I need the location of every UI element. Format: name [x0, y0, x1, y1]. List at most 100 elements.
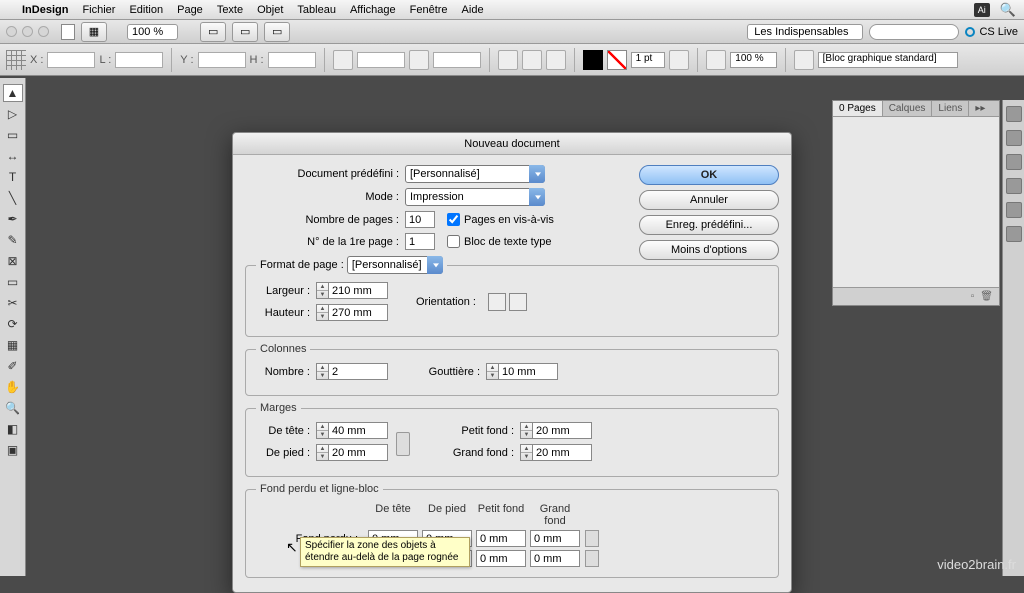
- menu-fenetre[interactable]: Fenêtre: [410, 4, 448, 16]
- orientation-portrait-icon[interactable]: [488, 293, 506, 311]
- object-style-select[interactable]: [Bloc graphique standard]: [818, 52, 958, 68]
- y-field[interactable]: [198, 52, 246, 68]
- columns-input[interactable]: [328, 363, 388, 380]
- margin-outside-input[interactable]: [532, 444, 592, 461]
- margin-inside-stepper[interactable]: ▲▼: [520, 422, 532, 439]
- gap-tool-icon[interactable]: ↔: [3, 147, 23, 165]
- eyedropper-tool-icon[interactable]: ✐: [3, 357, 23, 375]
- scissors-tool-icon[interactable]: ✂: [3, 294, 23, 312]
- menu-affichage[interactable]: Affichage: [350, 4, 396, 16]
- menu-page[interactable]: Page: [177, 4, 203, 16]
- margin-top-input[interactable]: [328, 422, 388, 439]
- dock-icon-4[interactable]: [1006, 178, 1022, 194]
- opacity-field[interactable]: 100 %: [730, 52, 776, 68]
- margin-inside-input[interactable]: [532, 422, 592, 439]
- type-tool-icon[interactable]: T: [3, 168, 23, 186]
- char-icon[interactable]: [546, 50, 566, 70]
- flip-v-icon[interactable]: [522, 50, 542, 70]
- save-preset-button[interactable]: Enreg. prédéfini...: [639, 215, 779, 235]
- dock-icon-3[interactable]: [1006, 154, 1022, 170]
- rotate-field[interactable]: [433, 52, 481, 68]
- orientation-landscape-icon[interactable]: [509, 293, 527, 311]
- columns-stepper[interactable]: ▲▼: [316, 363, 328, 380]
- rect-frame-tool-icon[interactable]: ⊠: [3, 252, 23, 270]
- mode-select[interactable]: Impression: [405, 188, 545, 206]
- margin-bottom-input[interactable]: [328, 444, 388, 461]
- hand-tool-icon[interactable]: ✋: [3, 378, 23, 396]
- dock-icon-6[interactable]: [1006, 226, 1022, 242]
- stroke-swatch[interactable]: [607, 50, 627, 70]
- gutter-stepper[interactable]: ▲▼: [486, 363, 498, 380]
- less-options-button[interactable]: Moins d'options: [639, 240, 779, 260]
- effects-icon[interactable]: [706, 50, 726, 70]
- pencil-tool-icon[interactable]: ✎: [3, 231, 23, 249]
- menu-fichier[interactable]: Fichier: [82, 4, 115, 16]
- window-traffic-lights[interactable]: [6, 26, 49, 37]
- width-input[interactable]: [328, 282, 388, 299]
- margin-top-stepper[interactable]: ▲▼: [316, 422, 328, 439]
- rect-tool-icon[interactable]: ▭: [3, 273, 23, 291]
- h-field[interactable]: [268, 52, 316, 68]
- transform-tool-icon[interactable]: ⟳: [3, 315, 23, 333]
- workspace-select[interactable]: Les Indispensables: [747, 24, 863, 40]
- fill-swatch[interactable]: [583, 50, 603, 70]
- new-page-icon[interactable]: ▫: [971, 291, 975, 302]
- scale-icon[interactable]: [333, 50, 353, 70]
- margin-outside-stepper[interactable]: ▲▼: [520, 444, 532, 461]
- margin-bottom-stepper[interactable]: ▲▼: [316, 444, 328, 461]
- tab-pages[interactable]: 0 Pages: [833, 101, 883, 116]
- fill-stroke-icon[interactable]: ◧: [3, 420, 23, 438]
- stroke-weight[interactable]: 1 pt: [631, 52, 666, 68]
- scale-x-field[interactable]: [357, 52, 405, 68]
- bleed-outside-input[interactable]: [530, 530, 580, 547]
- w-field[interactable]: [115, 52, 163, 68]
- bleed-inside-input[interactable]: [476, 530, 526, 547]
- tab-calques[interactable]: Calques: [883, 101, 933, 116]
- menu-aide[interactable]: Aide: [462, 4, 484, 16]
- zoom-tool-icon[interactable]: 🔍: [3, 399, 23, 417]
- height-stepper[interactable]: ▲▼: [316, 304, 328, 321]
- dock-icon-1[interactable]: [1006, 106, 1022, 122]
- dock-icon-2[interactable]: [1006, 130, 1022, 146]
- text-frame-checkbox[interactable]: [447, 235, 460, 248]
- arrange-button-2[interactable]: ▭: [232, 22, 258, 42]
- zoom-select[interactable]: 100 %: [127, 24, 178, 40]
- dock-icon-5[interactable]: [1006, 202, 1022, 218]
- height-input[interactable]: [328, 304, 388, 321]
- x-field[interactable]: [47, 52, 95, 68]
- arrange-button-3[interactable]: ▭: [264, 22, 290, 42]
- menu-tableau[interactable]: Tableau: [297, 4, 336, 16]
- flip-h-icon[interactable]: [498, 50, 518, 70]
- bleed-link-icon[interactable]: [585, 530, 599, 547]
- tab-liens[interactable]: Liens: [932, 101, 969, 116]
- selection-tool-icon[interactable]: ▲: [3, 84, 23, 102]
- app-name[interactable]: InDesign: [22, 4, 68, 16]
- preset-select[interactable]: [Personnalisé]: [405, 165, 545, 183]
- line-tool-icon[interactable]: ╲: [3, 189, 23, 207]
- format-select[interactable]: [Personnalisé]: [347, 256, 443, 274]
- reference-point-grid[interactable]: [6, 50, 26, 70]
- wrap-icon[interactable]: [794, 50, 814, 70]
- slug-outside-input[interactable]: [530, 550, 580, 567]
- first-page-input[interactable]: [405, 233, 435, 250]
- view-mode-button[interactable]: ▦: [81, 22, 107, 42]
- menu-objet[interactable]: Objet: [257, 4, 283, 16]
- stroke-style-icon[interactable]: [669, 50, 689, 70]
- pages-input[interactable]: [405, 211, 435, 228]
- direct-select-tool-icon[interactable]: ▷: [3, 105, 23, 123]
- slug-link-icon[interactable]: [585, 550, 599, 567]
- menu-edition[interactable]: Edition: [129, 4, 163, 16]
- ok-button[interactable]: OK: [639, 165, 779, 185]
- page-tool-icon[interactable]: ▭: [3, 126, 23, 144]
- rotate-icon[interactable]: [409, 50, 429, 70]
- arrange-button-1[interactable]: ▭: [200, 22, 226, 42]
- help-search-input[interactable]: [869, 24, 959, 40]
- screen-mode-icon[interactable]: ▣: [3, 441, 23, 459]
- margins-link-icon[interactable]: [396, 432, 410, 456]
- slug-inside-input[interactable]: [476, 550, 526, 567]
- cancel-button[interactable]: Annuler: [639, 190, 779, 210]
- spotlight-icon[interactable]: 🔍: [1000, 2, 1016, 18]
- gutter-input[interactable]: [498, 363, 558, 380]
- cs-live-button[interactable]: CS Live: [965, 26, 1018, 38]
- pages-panel-body[interactable]: [833, 117, 999, 287]
